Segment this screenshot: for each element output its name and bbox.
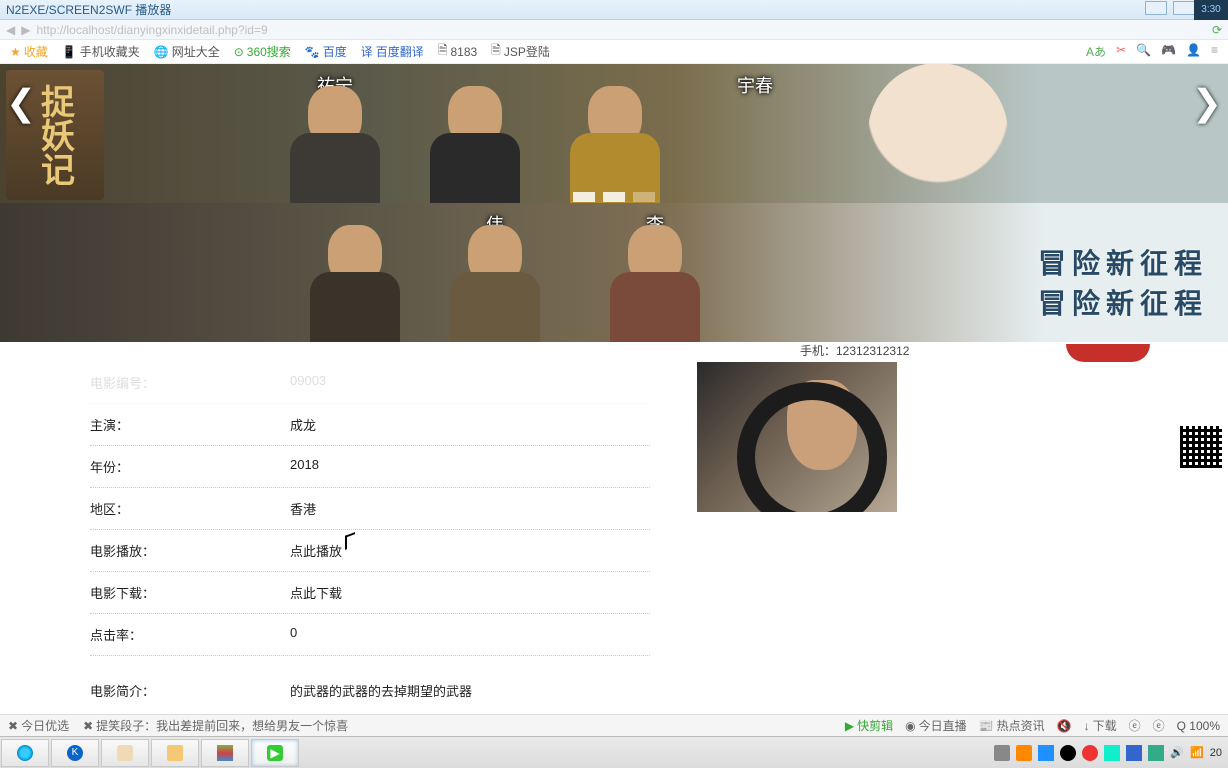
status-mode1-icon[interactable]: ⓔ (1129, 717, 1141, 734)
carousel-slide-top: 捉妖记 祐宁 宇春 ❮ ❯ (0, 64, 1228, 203)
tray-volume-icon[interactable]: 🔊 (1170, 746, 1184, 759)
tray-update-icon[interactable] (1148, 745, 1164, 761)
carousel-prev-button[interactable]: ❮ (6, 82, 36, 124)
forward-button[interactable]: ▶ (21, 23, 30, 37)
creature-icon (868, 64, 1008, 203)
hero-carousel: 捉妖记 祐宁 宇春 ❮ ❯ 伟 李 冒险新征程 冒险新征程 (0, 64, 1228, 342)
status-quickedit[interactable]: ▶ 快剪辑 (845, 717, 893, 734)
tray-record-icon[interactable] (1082, 745, 1098, 761)
status-mute-icon[interactable]: 🔇 (1057, 717, 1072, 734)
movie-detail-table: 电影编号：09003 主演：成龙 年份：2018 地区：香港 电影播放：点此播放… (90, 362, 650, 711)
ext-translate-icon[interactable]: Aあ (1086, 43, 1106, 60)
taskbar-app-explorer[interactable] (151, 739, 199, 767)
tray-keyboard-icon[interactable] (994, 745, 1010, 761)
tray-qq-icon[interactable] (1060, 745, 1076, 761)
ext-scissors-icon[interactable]: ✂ (1116, 43, 1126, 60)
tray-net-icon[interactable] (1104, 745, 1120, 761)
taskbar-app-kugou[interactable]: K (51, 739, 99, 767)
bookmark-8183[interactable]: 🗎 8183 (438, 41, 477, 62)
lips-decoration (1066, 344, 1150, 362)
recorder-timer: 3:30 (1194, 0, 1228, 20)
status-news[interactable]: 📰 热点资讯 (979, 717, 1045, 734)
download-link[interactable]: 点此下载 (290, 583, 342, 602)
bookmark-jsp[interactable]: 🗎 JSP登陆 (491, 41, 550, 62)
field-region-label: 地区： (90, 499, 290, 518)
status-zoom[interactable]: Q 100% (1177, 717, 1220, 734)
taskbar-app-browser[interactable] (1, 739, 49, 767)
status-download[interactable]: ↓ 下载 (1084, 717, 1117, 734)
minimize-button[interactable] (1145, 1, 1167, 15)
status-today[interactable]: ✖ 今日优选 (8, 717, 69, 734)
status-live[interactable]: ◉ 今日直播 (905, 717, 967, 734)
ext-search-icon[interactable]: 🔍 (1136, 43, 1151, 60)
window-titlebar: N2EXE/SCREEN2SWF 播放器 3:30 (0, 0, 1228, 20)
field-play-label: 电影播放： (90, 541, 290, 560)
field-actor-label: 主演： (90, 415, 290, 434)
adventure-text: 冒险新征程 冒险新征程 (1038, 242, 1208, 322)
field-synopsis-value: 的武器的武器的去掉期望的武器 (290, 681, 472, 700)
carousel-next-button[interactable]: ❯ (1192, 82, 1222, 124)
field-year-value: 2018 (290, 457, 319, 476)
field-hits-label: 点击率： (90, 625, 290, 644)
ext-user-icon[interactable]: 👤 (1186, 43, 1201, 60)
taskbar-app-screen2swf[interactable]: ▶ (251, 739, 299, 767)
tray-shield-icon[interactable] (1016, 745, 1032, 761)
status-joke[interactable]: ✖ 提笑段子：我出差提前回来，想给男友一个惊喜 (83, 717, 348, 734)
tray-wifi-icon[interactable]: 📶 (1190, 746, 1204, 759)
page-content: 捉妖记 祐宁 宇春 ❮ ❯ 伟 李 冒险新征程 冒险新征程 手机：1231231… (0, 64, 1228, 714)
browser-address-bar: ◀ ▶ http://localhost/dianyingxinxidetail… (0, 20, 1228, 40)
favorites-button[interactable]: ★ 收藏 (10, 43, 48, 60)
toolbar-extensions: Aあ ✂ 🔍 🎮 👤 ≡ (1086, 43, 1218, 60)
tray-clock[interactable]: 20 (1210, 747, 1222, 759)
bookmark-360[interactable]: ⊙ 360搜索 (234, 43, 291, 60)
ext-game-icon[interactable]: 🎮 (1161, 43, 1176, 60)
taskbar-app-winrar[interactable] (201, 739, 249, 767)
field-synopsis-label: 电影简介： (90, 681, 290, 700)
ext-menu-icon[interactable]: ≡ (1211, 43, 1218, 60)
bookmark-sitenav[interactable]: 🌐 网址大全 (154, 43, 220, 60)
field-year-label: 年份： (90, 457, 290, 476)
bookmark-bar: ★ 收藏 📱 手机收藏夹 🌐 网址大全 ⊙ 360搜索 🐾 百度 译 百度翻译 … (0, 40, 1228, 64)
field-region-value: 香港 (290, 499, 316, 518)
tray-monitor-icon[interactable] (1126, 745, 1142, 761)
phone-text: 手机：12312312312 (800, 342, 909, 359)
windows-taskbar: K ▶ 🔊 📶 20 (0, 736, 1228, 768)
url-field[interactable]: http://localhost/dianyingxinxidetail.php… (36, 23, 1205, 37)
play-link[interactable]: 点此播放 (290, 541, 342, 560)
browser-statusbar: ✖ 今日优选 ✖ 提笑段子：我出差提前回来，想给男友一个惊喜 ▶ 快剪辑 ◉ 今… (0, 714, 1228, 736)
movie-detail-section: 手机：12312312312 电影编号：09003 主演：成龙 年份：2018 … (0, 342, 1228, 714)
system-tray: 🔊 📶 20 (988, 745, 1228, 761)
refresh-button[interactable]: ⟳ (1212, 23, 1222, 37)
carousel-slide-bottom: 伟 李 冒险新征程 冒险新征程 (0, 203, 1228, 342)
bookmark-mobile[interactable]: 📱 手机收藏夹 (62, 43, 140, 60)
field-download-label: 电影下载： (90, 583, 290, 602)
bookmark-baidu[interactable]: 🐾 百度 (305, 43, 347, 60)
field-actor-value: 成龙 (290, 415, 316, 434)
qr-code[interactable] (1180, 426, 1222, 468)
status-mode2-icon[interactable]: ⓔ (1153, 717, 1165, 734)
taskbar-app-conan[interactable] (101, 739, 149, 767)
back-button[interactable]: ◀ (6, 23, 15, 37)
bookmark-translate[interactable]: 译 百度翻译 (361, 43, 424, 60)
maximize-button[interactable] (1173, 1, 1195, 15)
tray-app-icon[interactable] (1038, 745, 1054, 761)
field-hits-value: 0 (290, 625, 297, 644)
window-title: N2EXE/SCREEN2SWF 播放器 (6, 1, 171, 18)
movie-thumbnail[interactable] (697, 362, 897, 512)
carousel-dots[interactable] (573, 192, 655, 202)
